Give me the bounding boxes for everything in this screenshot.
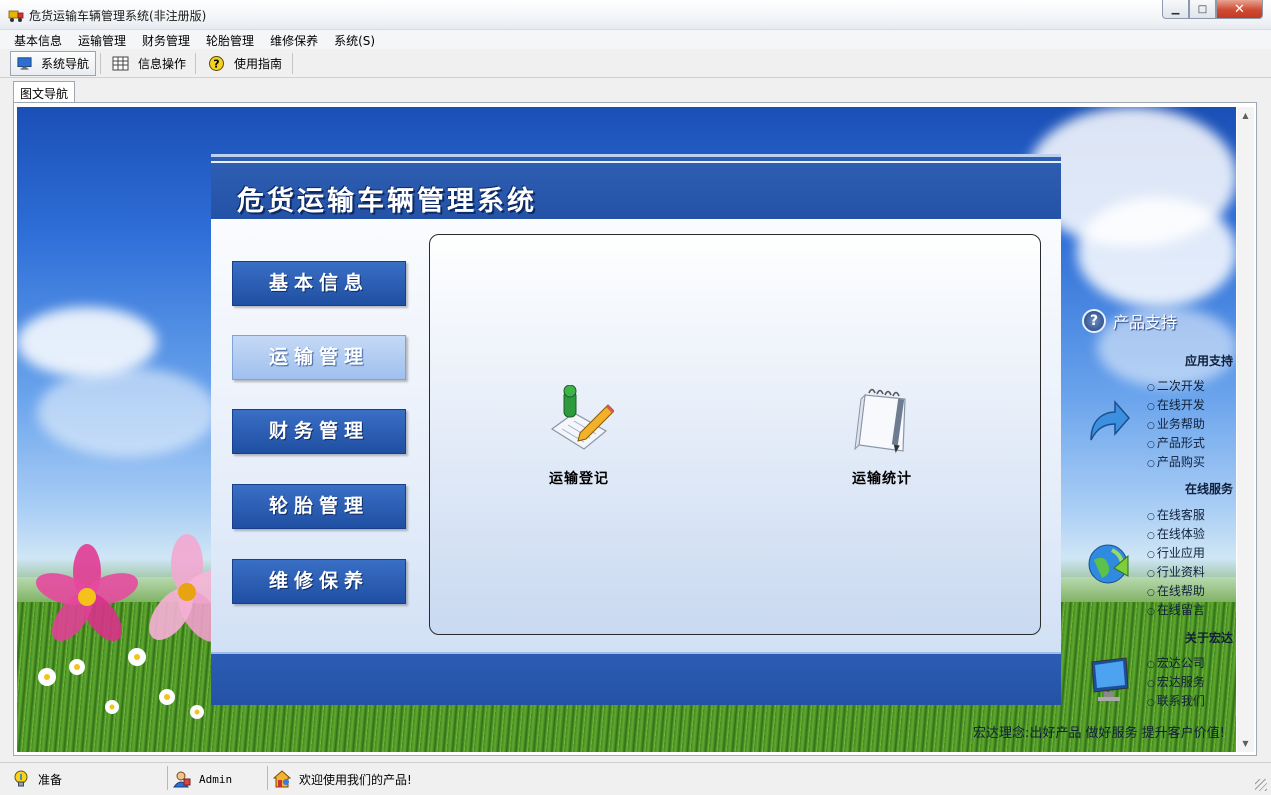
link-service[interactable]: 宏达服务 — [1147, 673, 1205, 690]
panel-header: 危货运输车辆管理系统 — [211, 154, 1061, 219]
system-nav-label: 系统导航 — [40, 57, 89, 71]
status-bar: 准备 Admin 欢迎使用我们的产品! — [0, 762, 1271, 795]
vertical-scrollbar[interactable]: ▲ ▼ — [1237, 107, 1254, 752]
arrow-icon — [1090, 400, 1130, 441]
info-operation-button[interactable]: 信息操作 — [106, 51, 192, 76]
monitor-icon — [17, 57, 32, 70]
status-divider — [167, 766, 168, 790]
toolbar-separator — [195, 53, 196, 74]
flowers-decoration — [36, 534, 227, 719]
link-company[interactable]: 宏达公司 — [1147, 654, 1205, 671]
transport-register-label: 运输登记 — [549, 471, 609, 487]
user-guide-label: 使用指南 — [234, 57, 283, 71]
link-product-buy[interactable]: 产品购买 — [1147, 453, 1205, 470]
status-message-label: 欢迎使用我们的产品! — [299, 772, 412, 787]
link-industry-info[interactable]: 行业资料 — [1147, 563, 1205, 580]
status-ready-label: 准备 — [38, 772, 63, 787]
svg-text:?: ? — [213, 58, 219, 71]
product-support-title: ? 产品支持 — [1082, 309, 1177, 333]
nav-button-finance[interactable]: 财务管理 — [232, 409, 406, 454]
user-icon — [173, 771, 191, 788]
menu-maintenance[interactable]: 维修保养 — [262, 30, 326, 49]
help-icon: ? — [209, 56, 224, 71]
link-business-help[interactable]: 业务帮助 — [1147, 415, 1205, 432]
question-icon: ? — [1082, 309, 1106, 333]
window-title: 危货运输车辆管理系统(非注册版) — [29, 9, 207, 23]
menu-tire[interactable]: 轮胎管理 — [198, 30, 262, 49]
section-heading: 应用支持 — [1184, 354, 1233, 368]
link-online-dev[interactable]: 在线开发 — [1147, 396, 1205, 413]
window-controls: ▁ □ ✕ — [1162, 0, 1263, 20]
link-online-service[interactable]: 在线客服 — [1147, 506, 1205, 523]
menu-finance[interactable]: 财务管理 — [134, 30, 198, 49]
spiral-notebook-icon — [854, 388, 906, 453]
truck-icon — [8, 10, 24, 22]
system-nav-button[interactable]: 系统导航 — [10, 51, 96, 76]
link-online-trial[interactable]: 在线体验 — [1147, 525, 1205, 542]
status-message: 欢迎使用我们的产品! — [273, 768, 412, 790]
tab-graphic-nav[interactable]: 图文导航 — [13, 81, 75, 103]
menu-bar: 基本信息 运输管理 财务管理 轮胎管理 维修保养 系统(S) — [0, 30, 1271, 49]
nav-button-maintenance[interactable]: 维修保养 — [232, 559, 406, 604]
function-area: 运输登记 运输统计 — [429, 234, 1041, 635]
status-user-label: Admin — [199, 772, 233, 786]
lightbulb-icon — [14, 770, 28, 787]
link-secondary-dev[interactable]: 二次开发 — [1147, 377, 1205, 394]
nav-button-tire[interactable]: 轮胎管理 — [232, 484, 406, 529]
close-button[interactable]: ✕ — [1216, 0, 1263, 19]
menu-transport[interactable]: 运输管理 — [70, 30, 134, 49]
toolbar: 系统导航 信息操作 ? 使用指南 — [0, 49, 1271, 78]
toolbar-separator — [292, 53, 293, 74]
transport-register-button[interactable]: 运输登记 — [524, 384, 634, 488]
pencil-notepad-icon — [550, 384, 615, 450]
house-icon — [273, 770, 291, 788]
company-slogan: 宏达理念:出好产品 做好服务 提升客户价值! — [973, 726, 1225, 741]
transport-stats-button[interactable]: 运输统计 — [827, 385, 937, 488]
grid-icon — [112, 56, 129, 71]
product-support-label: 产品支持 — [1113, 313, 1178, 332]
menu-system[interactable]: 系统(S) — [326, 30, 383, 49]
link-online-message[interactable]: 在线留言 — [1147, 601, 1205, 618]
info-operation-label: 信息操作 — [138, 57, 187, 71]
main-panel: 危货运输车辆管理系统 基本信息 运输管理 财务管理 轮胎管理 维修保养 运输登记 — [211, 154, 1061, 705]
scroll-down-icon[interactable]: ▼ — [1237, 735, 1254, 752]
maximize-button[interactable]: □ — [1189, 0, 1216, 19]
scroll-up-icon[interactable]: ▲ — [1237, 107, 1254, 124]
link-online-help[interactable]: 在线帮助 — [1147, 582, 1205, 599]
globe-icon — [1088, 544, 1129, 584]
user-guide-button[interactable]: ? 使用指南 — [202, 51, 288, 76]
nav-button-basic-info[interactable]: 基本信息 — [232, 261, 406, 306]
nav-button-transport[interactable]: 运输管理 — [232, 335, 406, 380]
status-ready: 准备 — [12, 768, 62, 790]
link-product-form[interactable]: 产品形式 — [1147, 434, 1205, 451]
resize-grip[interactable] — [1255, 779, 1267, 791]
section-heading: 关于宏达 — [1184, 631, 1233, 645]
section-heading: 在线服务 — [1184, 482, 1233, 496]
link-industry-app[interactable]: 行业应用 — [1147, 544, 1205, 561]
title-bar: 危货运输车辆管理系统(非注册版) ▁ □ ✕ — [0, 0, 1271, 30]
panel-footer — [211, 652, 1061, 705]
toolbar-separator — [100, 53, 101, 74]
menu-basic-info[interactable]: 基本信息 — [6, 30, 70, 49]
status-user: Admin — [173, 768, 232, 790]
status-divider — [267, 766, 268, 790]
computer-icon — [1091, 657, 1129, 701]
minimize-button[interactable]: ▁ — [1162, 0, 1189, 19]
transport-stats-label: 运输统计 — [852, 471, 912, 487]
page-title: 危货运输车辆管理系统 — [237, 186, 537, 217]
link-contact[interactable]: 联系我们 — [1147, 692, 1205, 709]
